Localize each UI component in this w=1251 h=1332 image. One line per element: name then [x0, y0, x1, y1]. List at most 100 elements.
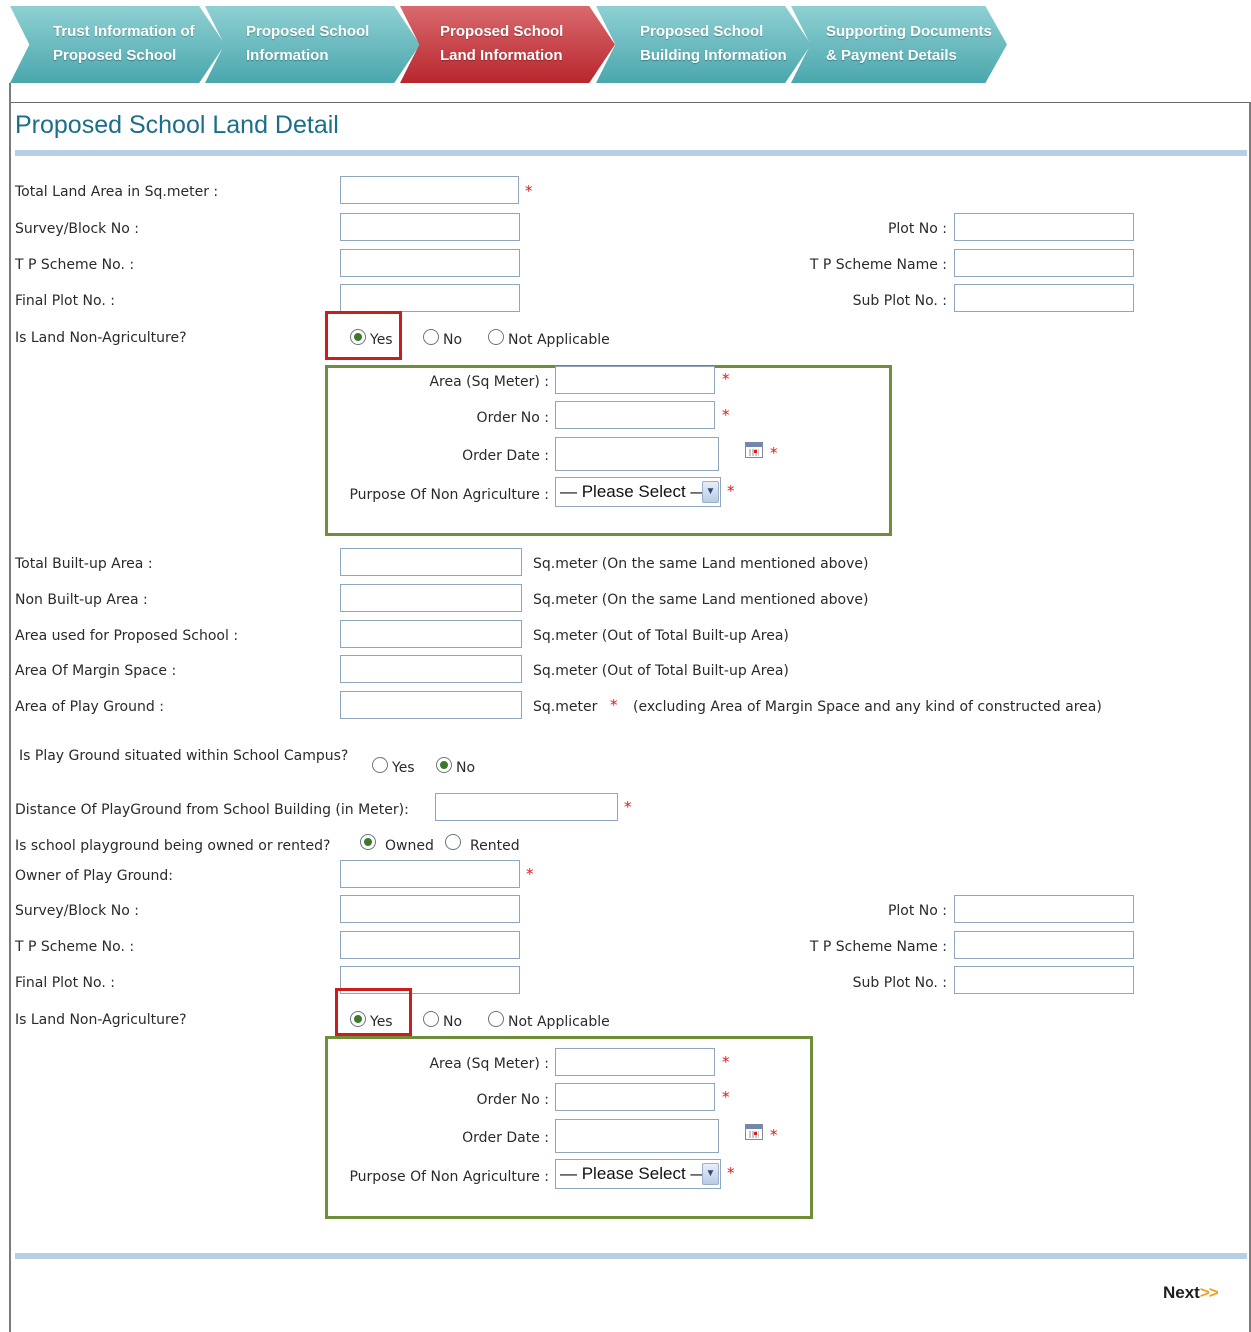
required-mark: * — [722, 370, 730, 388]
na-order-date-input[interactable] — [555, 437, 719, 471]
tp-scheme-no-input[interactable] — [340, 249, 520, 277]
final-plot-input[interactable] — [340, 284, 520, 312]
sub-plot-input[interactable] — [954, 284, 1134, 312]
pg-non-agri-na-radio[interactable] — [488, 1011, 504, 1027]
school-area-label: Area used for Proposed School : — [15, 628, 239, 644]
play-ground-area-label: Area of Play Ground : — [15, 699, 164, 715]
pg-na-area-input[interactable] — [555, 1048, 715, 1076]
non-builtup-label: Non Built-up Area : — [15, 592, 148, 608]
pg-non-agriculture-label: Is Land Non-Agriculture? — [15, 1012, 187, 1028]
pg-non-agri-no-radio[interactable] — [423, 1011, 439, 1027]
owned-radio[interactable] — [360, 834, 376, 850]
calendar-icon[interactable] — [745, 442, 763, 458]
chevron-down-icon[interactable]: ▼ — [702, 1163, 719, 1185]
double-chevron-right-icon: >> — [1199, 1283, 1219, 1302]
radio-label: Yes — [370, 332, 393, 348]
step-trust-information[interactable]: Trust Information of Proposed School — [10, 6, 225, 83]
non-agri-yes-radio[interactable] — [350, 329, 366, 345]
radio-label: Not Applicable — [508, 1014, 610, 1030]
pg-na-purpose-select[interactable]: — Please Select — ▼ — [555, 1159, 721, 1189]
rented-radio[interactable] — [445, 834, 461, 850]
tp-scheme-no-label: T P Scheme No. : — [15, 257, 135, 273]
non-builtup-input[interactable] — [340, 584, 522, 612]
margin-space-note: Sq.meter (Out of Total Built-up Area) — [533, 663, 789, 679]
total-builtup-label: Total Built-up Area : — [15, 556, 153, 572]
required-mark: * — [610, 696, 618, 714]
required-mark: * — [624, 798, 632, 816]
non-builtup-note: Sq.meter (On the same Land mentioned abo… — [533, 592, 869, 608]
tp-scheme-name-label: T P Scheme Name : — [809, 257, 947, 273]
divider — [15, 1253, 1247, 1259]
pg-plot-no-input[interactable] — [954, 895, 1134, 923]
pg-tp-scheme-no-input[interactable] — [340, 931, 520, 959]
owned-rented-label: Is school playground being owned or rent… — [15, 838, 331, 854]
pg-tp-scheme-name-input[interactable] — [954, 931, 1134, 959]
plot-no-label: Plot No : — [887, 221, 947, 237]
pg-final-plot-label: Final Plot No. : — [15, 975, 115, 991]
required-mark: * — [770, 444, 778, 462]
step-label-line2: Building Information — [640, 47, 787, 64]
required-mark: * — [770, 1126, 778, 1144]
step-label-line1: Trust Information of — [53, 23, 195, 40]
within-yes-radio[interactable] — [372, 757, 388, 773]
non-agri-no-radio[interactable] — [423, 329, 439, 345]
survey-block-label: Survey/Block No : — [15, 221, 139, 237]
step-building-information[interactable]: Proposed School Building Information — [596, 6, 811, 83]
pg-na-order-no-label: Order No : — [476, 1092, 549, 1108]
sub-plot-label: Sub Plot No. : — [852, 293, 947, 309]
pg-na-purpose-value: — Please Select — — [560, 1164, 708, 1183]
radio-label: No — [443, 1014, 463, 1030]
required-mark: * — [727, 1164, 735, 1182]
tp-scheme-name-input[interactable] — [954, 249, 1134, 277]
pg-tp-scheme-no-label: T P Scheme No. : — [15, 939, 135, 955]
next-label: Next — [1163, 1283, 1200, 1302]
play-ground-unit: Sq.meter — [533, 699, 598, 715]
play-ground-area-input[interactable] — [340, 691, 522, 719]
total-land-area-input[interactable] — [340, 176, 519, 204]
frame-border-left — [9, 83, 11, 1332]
owner-input[interactable] — [340, 860, 520, 888]
owner-label: Owner of Play Ground: — [15, 868, 173, 884]
pg-non-agri-yes-radio[interactable] — [350, 1011, 366, 1027]
survey-block-input[interactable] — [340, 213, 520, 241]
na-purpose-select[interactable]: — Please Select — ▼ — [555, 477, 721, 507]
pg-na-order-no-input[interactable] — [555, 1083, 715, 1111]
na-area-input[interactable] — [555, 366, 715, 394]
page-title: Proposed School Land Detail — [15, 111, 339, 139]
distance-input[interactable] — [435, 793, 618, 821]
step-label-line2: Land Information — [440, 47, 563, 64]
step-land-information[interactable]: Proposed School Land Information — [400, 6, 615, 83]
step-school-information[interactable]: Proposed School Information — [205, 6, 420, 83]
step-label-line1: Proposed School — [440, 23, 564, 40]
next-button[interactable]: Next>> — [1163, 1283, 1219, 1303]
radio-label: No — [443, 332, 463, 348]
pg-na-order-date-input[interactable] — [555, 1119, 719, 1153]
chevron-down-icon[interactable]: ▼ — [702, 481, 719, 503]
divider — [15, 150, 1247, 156]
play-ground-note: (excluding Area of Margin Space and any … — [633, 699, 1102, 715]
na-purpose-label: Purpose Of Non Agriculture : — [349, 487, 549, 503]
calendar-icon[interactable] — [745, 1124, 763, 1140]
step-supporting-documents[interactable]: Supporting Documents & Payment Details — [791, 6, 1007, 83]
final-plot-label: Final Plot No. : — [15, 293, 115, 309]
pg-na-area-label: Area (Sq Meter) : — [429, 1056, 549, 1072]
na-order-no-input[interactable] — [555, 401, 715, 429]
plot-no-input[interactable] — [954, 213, 1134, 241]
pg-survey-block-input[interactable] — [340, 895, 520, 923]
playground-within-label: Is Play Ground situated within School Ca… — [19, 748, 349, 764]
pg-sub-plot-input[interactable] — [954, 966, 1134, 994]
school-area-input[interactable] — [340, 620, 522, 648]
step-label-line2: Proposed School — [53, 47, 177, 64]
radio-label: Yes — [392, 760, 415, 776]
required-mark: * — [722, 1053, 730, 1071]
within-no-radio[interactable] — [436, 757, 452, 773]
total-builtup-input[interactable] — [340, 548, 522, 576]
step-label-line1: Supporting Documents — [826, 23, 992, 40]
non-agri-na-radio[interactable] — [488, 329, 504, 345]
margin-space-input[interactable] — [340, 655, 522, 683]
step-label-line1: Proposed School — [640, 23, 764, 40]
step-label-line2: Information — [246, 47, 329, 64]
required-mark: * — [727, 482, 735, 500]
required-mark: * — [722, 406, 730, 424]
radio-label: No — [456, 760, 476, 776]
